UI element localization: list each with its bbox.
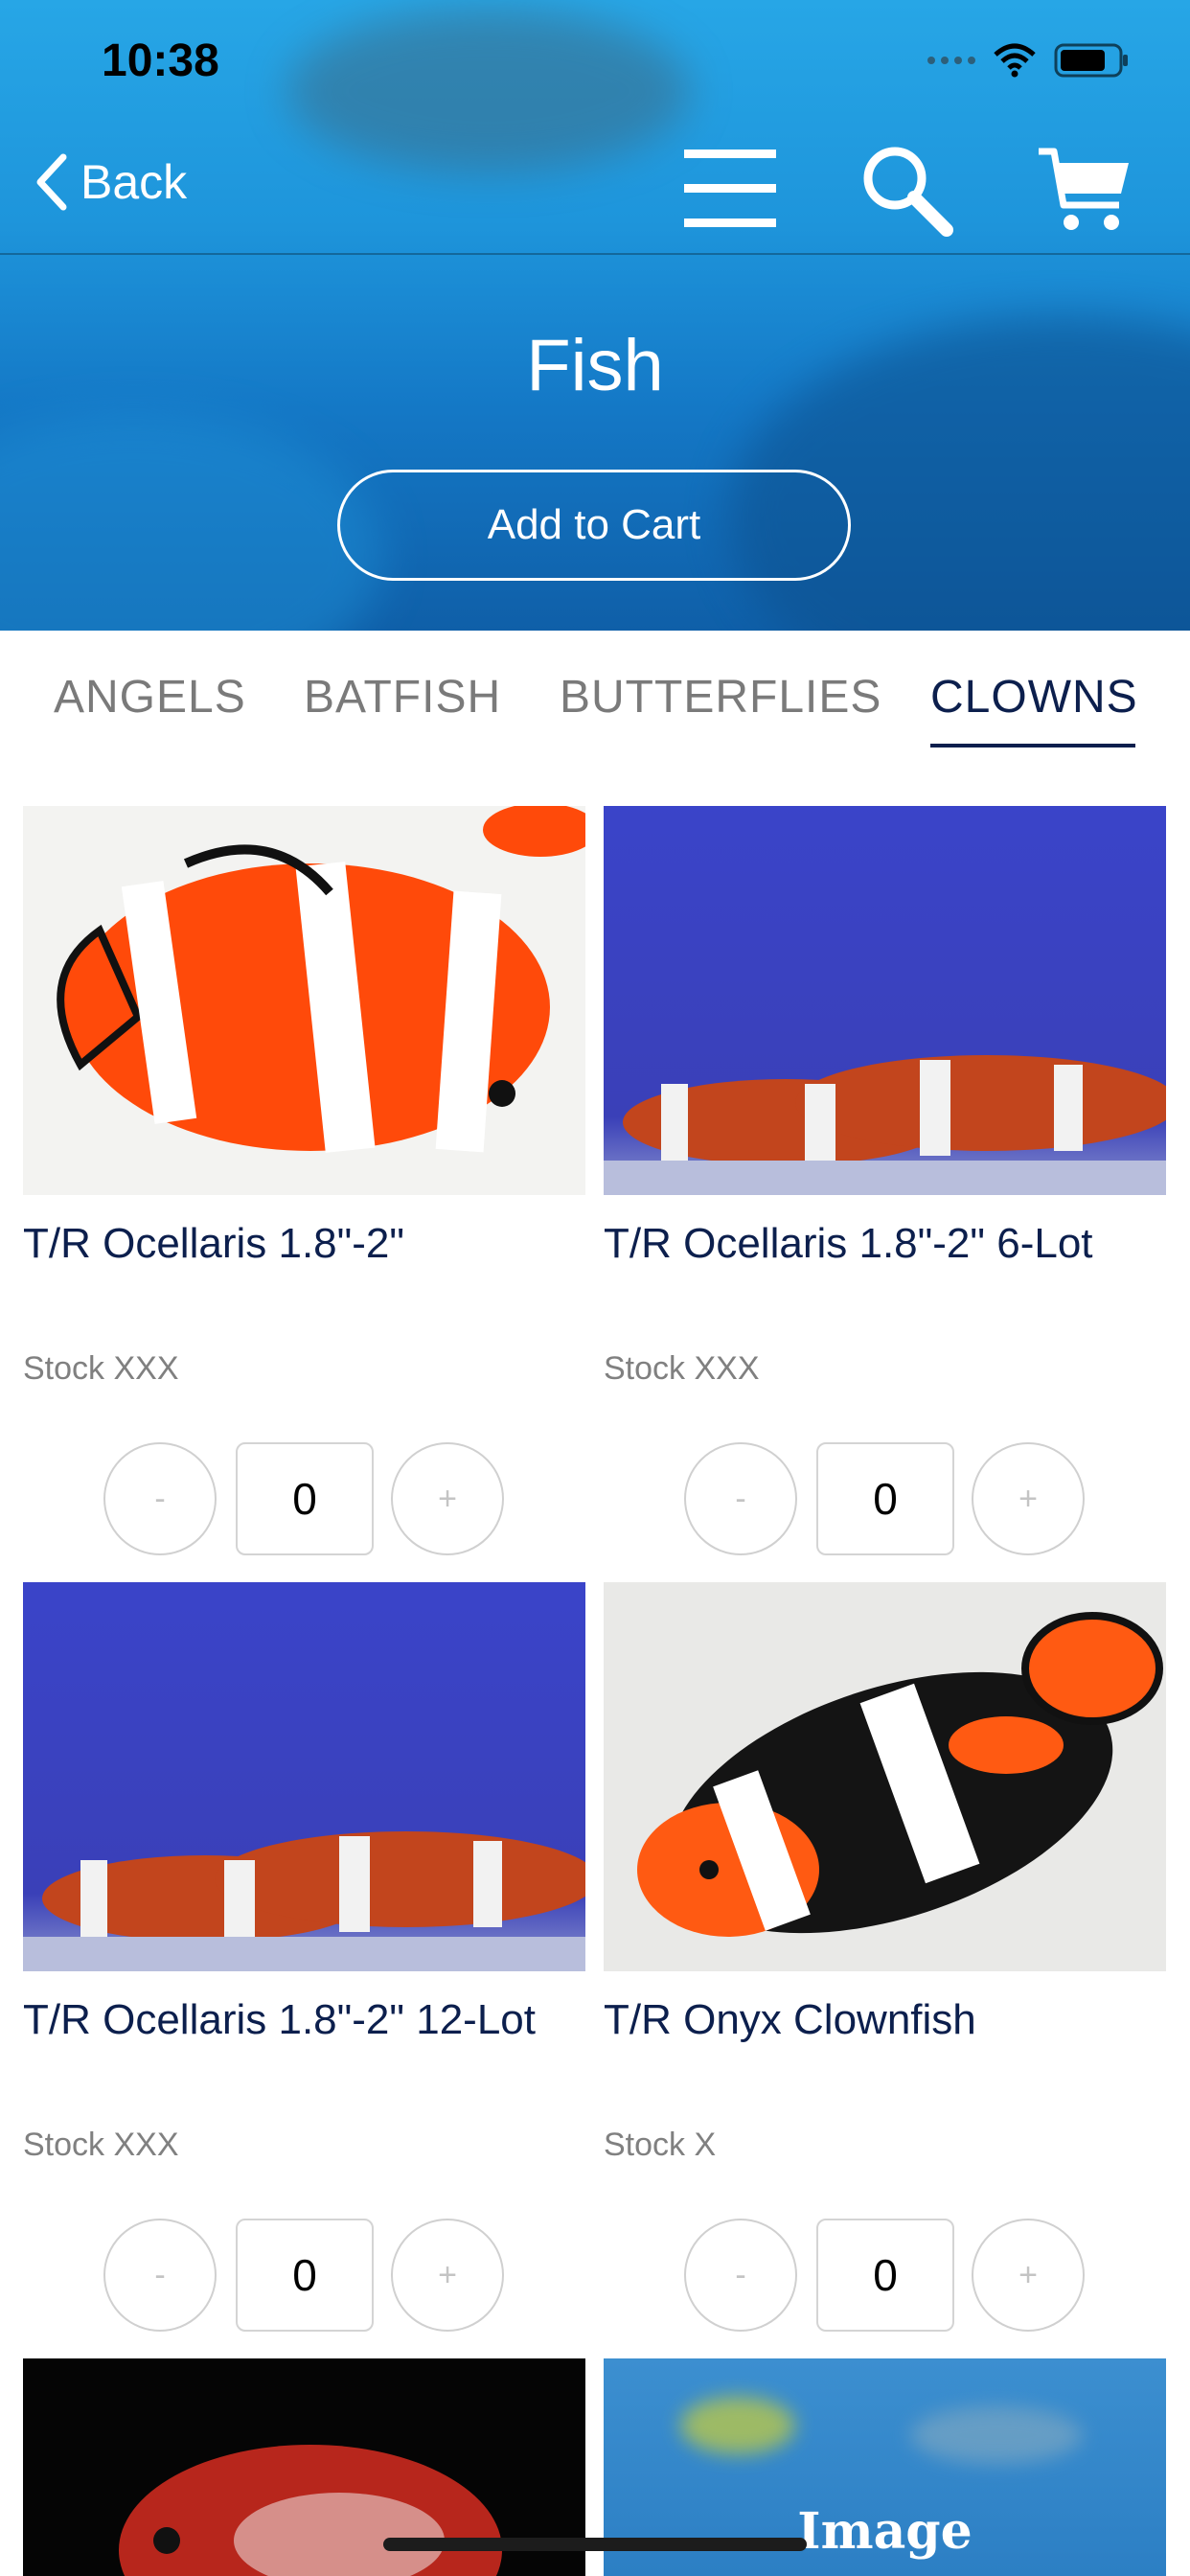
back-label: Back — [80, 155, 188, 209]
product-image[interactable] — [604, 1582, 1166, 1971]
product-stock: Stock XXX — [23, 2127, 179, 2163]
quantity-field[interactable]: 0 — [236, 2219, 374, 2332]
wifi-icon — [994, 43, 1036, 78]
product-card: T/R Ocellaris 1.8"-2" 12-Lot Stock XXX -… — [23, 1582, 585, 2339]
menu-button[interactable] — [682, 142, 778, 239]
product-name: T/R Ocellaris 1.8"-2" 12-Lot — [23, 1996, 536, 2043]
signal-icon — [927, 57, 975, 64]
active-tab-indicator — [930, 744, 1135, 748]
add-to-cart-button[interactable]: Add to Cart — [337, 470, 851, 581]
image-placeholder-label: Image — [797, 2502, 973, 2561]
tab-batfish[interactable]: BATFISH — [304, 671, 501, 724]
home-indicator[interactable] — [383, 2538, 807, 2551]
product-image[interactable] — [604, 806, 1166, 1195]
clownfish-pair-illustration — [23, 1831, 585, 1971]
clownfish-pair-illustration — [604, 1055, 1166, 1195]
product-card: T/R Onyx Clownfish Stock X - 0 + — [604, 1582, 1166, 2339]
status-time: 10:38 — [102, 35, 219, 86]
chevron-left-icon — [36, 153, 67, 211]
quantity-field[interactable]: 0 — [236, 1442, 374, 1555]
clownfish-illustration — [57, 806, 585, 1153]
hero-banner: 10:38 Back Fish Add to Cart — [0, 0, 1190, 631]
search-icon — [863, 147, 953, 237]
decrement-button[interactable]: - — [103, 2219, 217, 2332]
menu-icon — [684, 150, 776, 227]
product-image[interactable] — [23, 1582, 585, 1971]
product-name: T/R Ocellaris 1.8"-2" 6-Lot — [604, 1220, 1093, 1267]
increment-button[interactable]: + — [391, 2219, 504, 2332]
cart-button[interactable] — [1037, 142, 1133, 242]
hero-background-fish — [287, 10, 690, 172]
decrement-button[interactable]: - — [103, 1442, 217, 1555]
product-stock: Stock XXX — [23, 1350, 179, 1387]
onyx-clownfish-illustration — [637, 1612, 1163, 1937]
status-icons — [927, 42, 1131, 79]
tab-angels[interactable]: ANGELS — [54, 671, 246, 724]
increment-button[interactable]: + — [972, 2219, 1085, 2332]
decrement-button[interactable]: - — [684, 2219, 797, 2332]
increment-button[interactable]: + — [391, 1442, 504, 1555]
battery-icon — [1054, 43, 1128, 78]
quantity-field[interactable]: 0 — [816, 1442, 954, 1555]
page-title: Fish — [526, 325, 664, 406]
quantity-field[interactable]: 0 — [816, 2219, 954, 2332]
search-button[interactable] — [858, 142, 954, 242]
product-image[interactable] — [23, 806, 585, 1195]
cart-icon — [1039, 148, 1129, 230]
product-card: T/R Ocellaris 1.8"-2" Stock XXX - 0 + — [23, 806, 585, 1563]
tab-butterflies[interactable]: BUTTERFLIES — [560, 671, 881, 724]
back-button[interactable]: Back — [34, 153, 187, 211]
decrement-button[interactable]: - — [684, 1442, 797, 1555]
product-card: T/R Ocellaris 1.8"-2" 6-Lot Stock XXX - … — [604, 806, 1166, 1563]
category-tabs: ANGELS BATFISH BUTTERFLIES CLOWNS — [0, 631, 1190, 757]
hero-background-shape — [0, 412, 383, 631]
product-stock: Stock X — [604, 2127, 717, 2163]
product-name: T/R Ocellaris 1.8"-2" — [23, 1220, 404, 1267]
product-name: T/R Onyx Clownfish — [604, 1996, 976, 2043]
product-stock: Stock XXX — [604, 1350, 760, 1387]
background-fish — [910, 2406, 1083, 2464]
header-divider — [0, 253, 1190, 255]
background-fish — [680, 2397, 795, 2454]
tab-clowns[interactable]: CLOWNS — [930, 671, 1138, 724]
increment-button[interactable]: + — [972, 1442, 1085, 1555]
